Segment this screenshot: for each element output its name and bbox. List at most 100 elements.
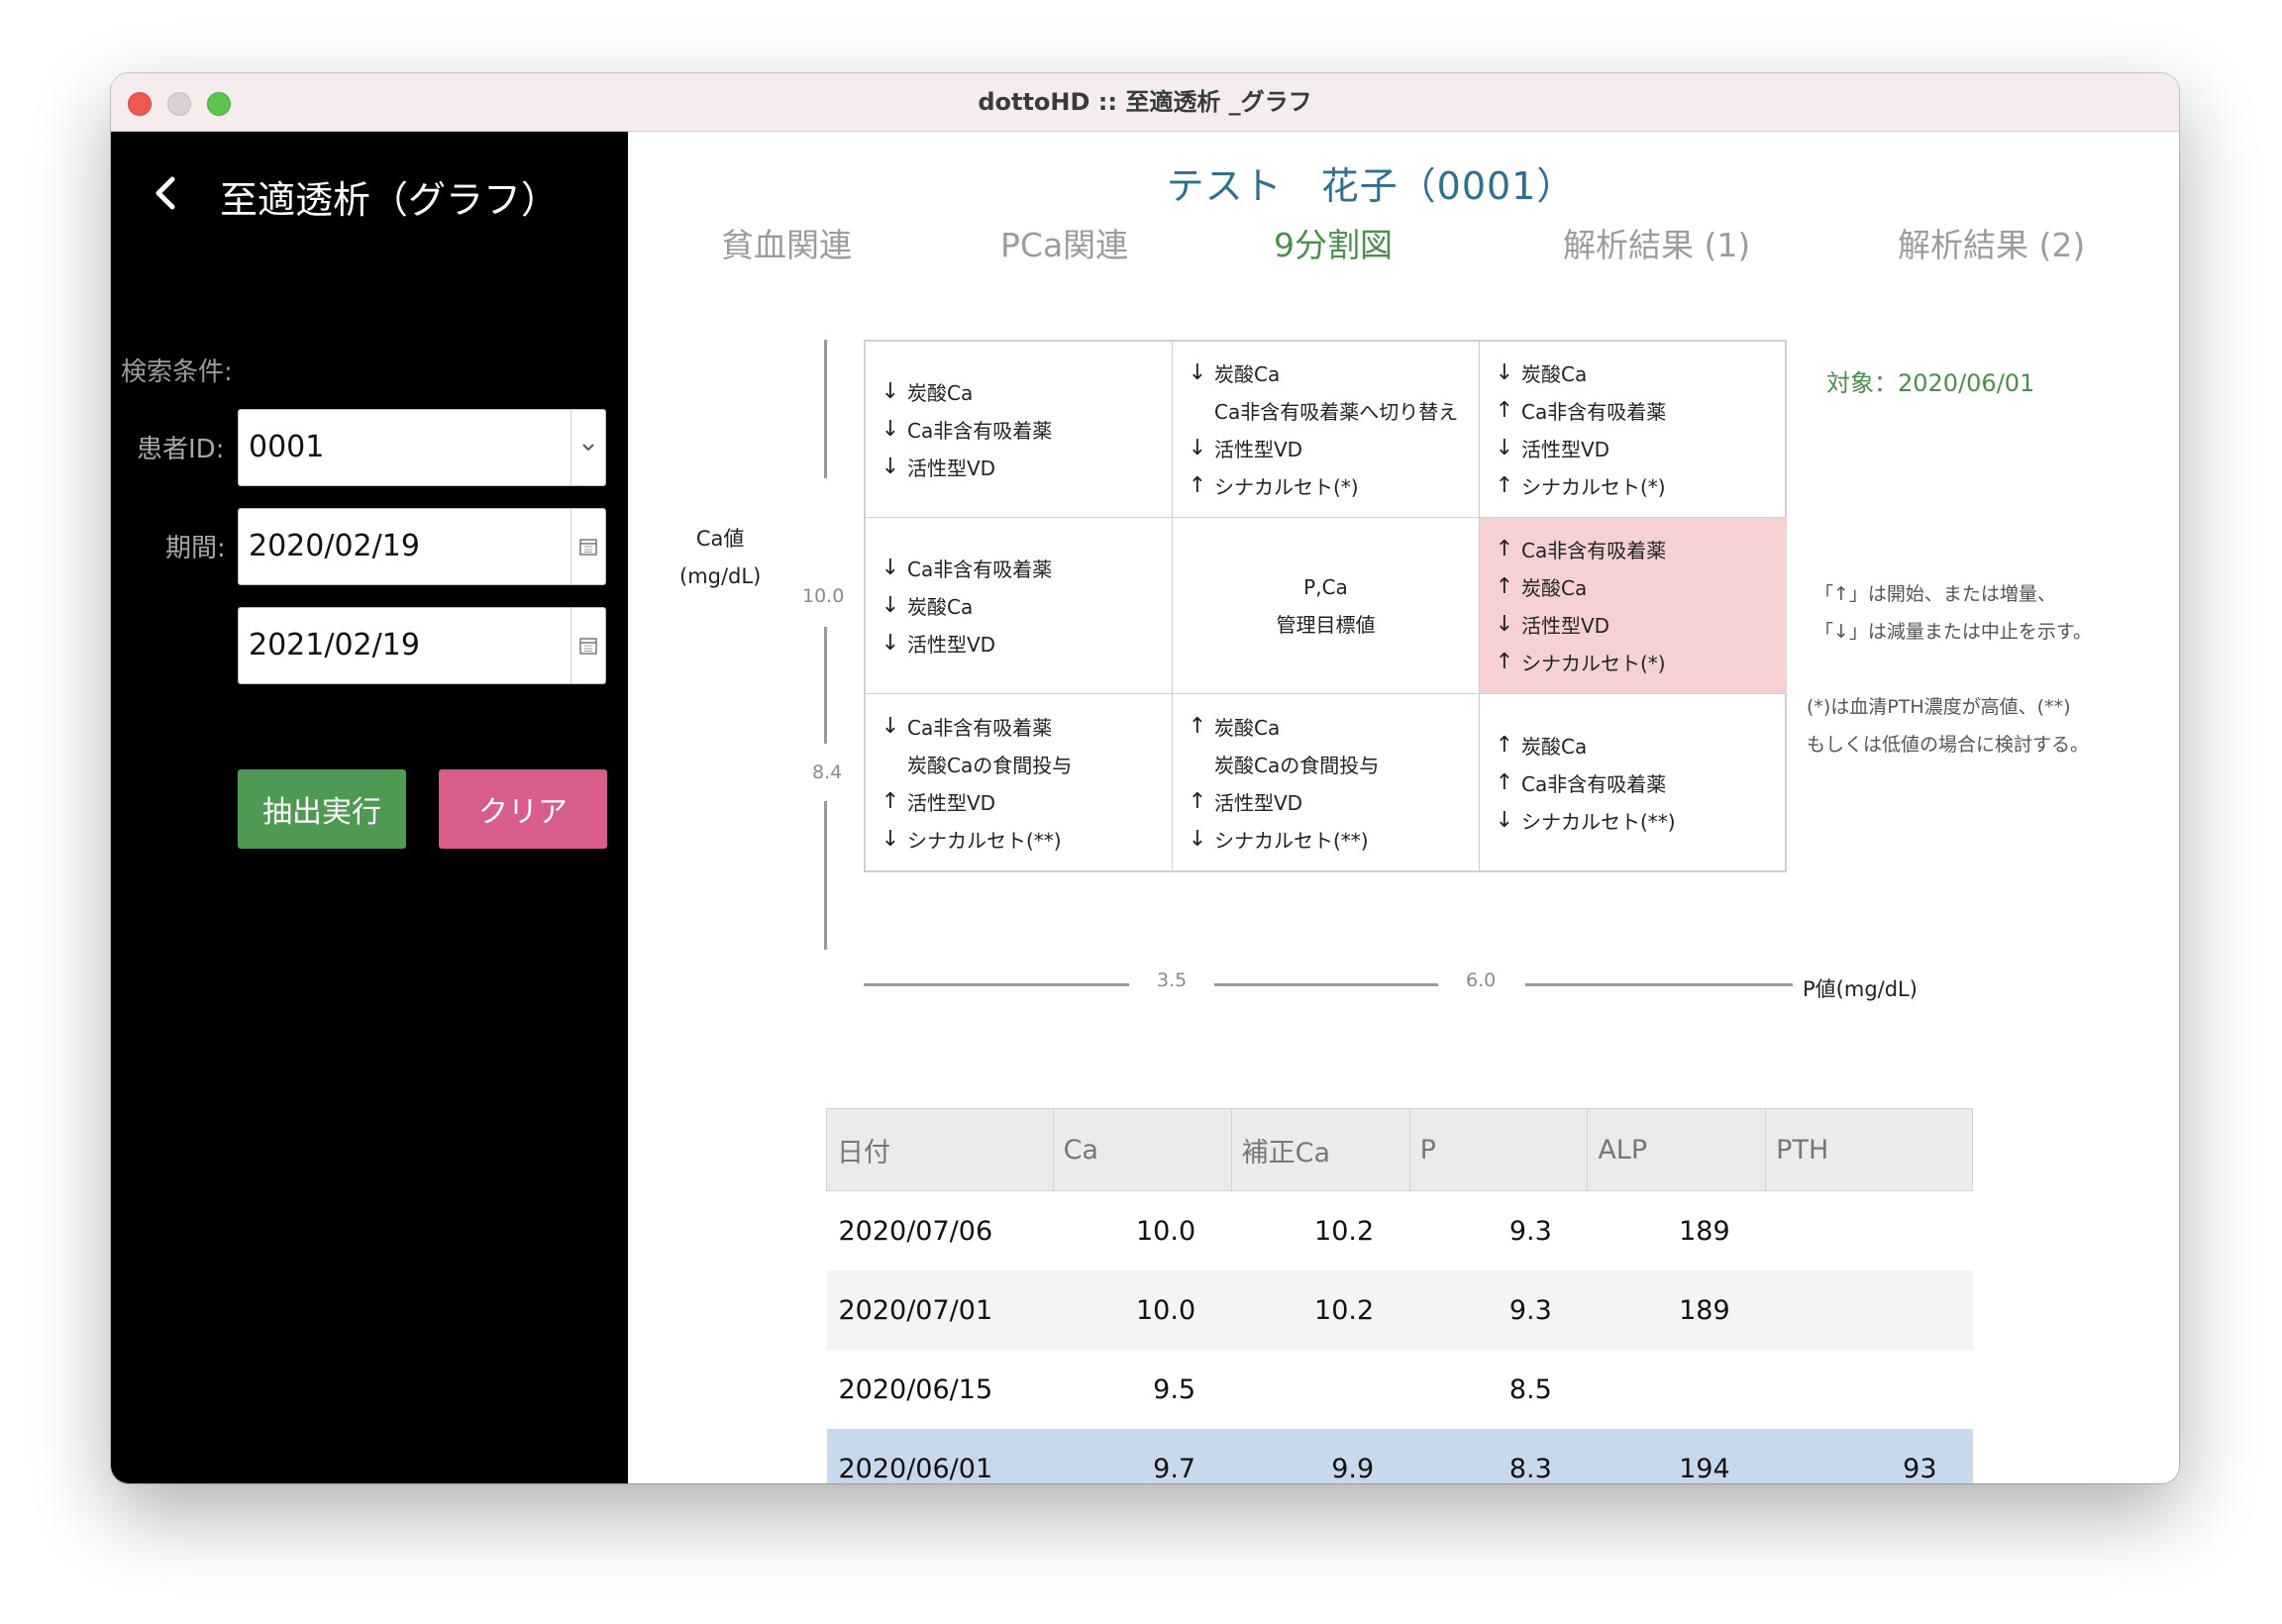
grid-cell-text: 活性型VD — [907, 790, 996, 815]
clear-button[interactable]: クリア — [439, 769, 607, 849]
grid-cell-text: 炭酸Ca — [1214, 715, 1281, 740]
arrow-up-icon: ↑ — [1495, 537, 1514, 561]
table-row-selected[interactable]: 2020/06/01 9.7 9.9 8.3 194 93 — [826, 1429, 1973, 1483]
grid-cell-r1c3: ↓ 炭酸Ca ↑ Ca非含有吸着薬 ↓ 活性型VD ↑ シナカルセト(*) — [1480, 342, 1787, 518]
x-tick-6-0: 6.0 — [1466, 969, 1497, 991]
y-axis-label-line2: (mg/dL) — [679, 564, 762, 588]
tab-analysis-2[interactable]: 解析結果 (2) — [1898, 219, 2085, 266]
table-row[interactable]: 2020/07/06 10.0 10.2 9.3 189 — [827, 1191, 1973, 1271]
arrow-up-icon: ↑ — [1495, 574, 1514, 599]
grid-cell-line: ↑ 炭酸Ca — [1488, 726, 1787, 763]
calendar-icon[interactable] — [570, 608, 605, 683]
grid-cell-text: Ca非含有吸着薬 — [907, 715, 1053, 740]
arrow-down-icon: ↓ — [1495, 612, 1514, 637]
grid-cell-text: Ca非含有吸着薬 — [1521, 771, 1667, 796]
legend-note-line3: (*)は血清PTH濃度が高値、(**) — [1807, 696, 2071, 718]
grid-cell-r3c2: ↑ 炭酸Ca 炭酸Caの食間投与 ↑ 活性型VD ↓ シナカルセト(**) — [1173, 694, 1480, 870]
extract-button[interactable]: 抽出実行 — [238, 769, 406, 849]
grid-cell-text: 活性型VD — [1214, 438, 1303, 461]
cell-p: 9.3 — [1508, 1215, 1552, 1247]
table-row[interactable]: 2020/06/15 9.5 8.5 — [827, 1350, 1973, 1429]
grid-cell-r1c2: ↓ 炭酸Ca Ca非含有吸着薬へ切り替え ↓ 活性型VD ↑ シナカルセト(*) — [1173, 342, 1480, 518]
cell-date: 2020/06/01 — [826, 1429, 1054, 1483]
arrow-up-icon: ↑ — [881, 788, 900, 814]
search-conditions-label: 検索条件: — [121, 357, 233, 387]
cell-p: 9.3 — [1409, 1270, 1588, 1350]
nine-grid: ↓ 炭酸Ca ↓ Ca非含有吸着薬 ↓ 活性型VD ↓ 炭酸Ca Ca非含有吸着薬へ切り替え ↓… — [864, 340, 1787, 872]
tab-pca[interactable]: PCa関連 — [1000, 219, 1128, 266]
cell-p: 8.3 — [1409, 1429, 1588, 1483]
column-header-corrected-ca[interactable]: 補正Ca — [1230, 1108, 1410, 1191]
calendar-icon[interactable] — [570, 509, 605, 584]
cell-alp: 189 — [1679, 1215, 1730, 1247]
grid-cell-text: シナカルセト(*) — [1521, 475, 1666, 499]
column-header-pth[interactable]: PTH — [1765, 1108, 1973, 1191]
column-header-date[interactable]: 日付 — [826, 1108, 1054, 1191]
arrow-down-icon: ↓ — [1495, 360, 1514, 385]
tab-analysis-1[interactable]: 解析結果 (1) — [1563, 219, 1750, 266]
arrow-down-icon: ↓ — [881, 631, 900, 656]
column-header-ca[interactable]: Ca — [1052, 1108, 1232, 1191]
grid-cell-line: ↑ シナカルセト(*) — [1488, 644, 1787, 681]
table-row[interactable]: 2020/07/01 10.0 10.2 9.3 189 — [826, 1270, 1973, 1350]
tab-nine-grid[interactable]: 9分割図 — [1274, 219, 1393, 266]
grid-cell-text: 炭酸Ca — [1214, 362, 1281, 386]
arrow-down-icon: ↓ — [881, 417, 900, 442]
main-panel: テスト 花子（0001） 貧血関連 PCa関連 9分割図 解析結果 (1) 解析… — [628, 132, 2179, 1483]
x-axis-line-left — [864, 983, 1129, 986]
arrow-up-icon: ↑ — [1495, 732, 1514, 758]
cell-corrected-ca: 10.2 — [1231, 1270, 1410, 1350]
title-bar: dottoHD :: 至適透析 _グラフ — [111, 73, 2179, 132]
grid-cell-line: ↓ 活性型VD — [1181, 430, 1479, 467]
lab-results-table: 日付 Ca 補正Ca P ALP PTH 2020/07/06 10.0 10.… — [826, 1108, 1973, 1483]
column-header-p[interactable]: P — [1408, 1108, 1589, 1191]
grid-cell-line: ↓ Ca非含有吸着薬 — [874, 550, 1172, 587]
cell-date: 2020/06/15 — [838, 1373, 993, 1405]
arrow-down-icon: ↓ — [1188, 436, 1207, 460]
period-label: 期間: — [165, 534, 226, 563]
grid-cell-r1c1: ↓ 炭酸Ca ↓ Ca非含有吸着薬 ↓ 活性型VD — [866, 342, 1173, 518]
grid-cell-line: ↓ 活性型VD — [1488, 430, 1787, 467]
column-header-alp[interactable]: ALP — [1587, 1108, 1767, 1191]
grid-cell-text: 活性型VD — [1214, 790, 1303, 815]
sidebar-title: 至適透析（グラフ） — [220, 178, 560, 222]
patient-id-select[interactable]: 0001 — [238, 409, 606, 486]
y-axis-label: Ca値 (mg/dL) — [679, 520, 761, 595]
chevron-down-icon[interactable] — [570, 410, 605, 485]
patient-id-value: 0001 — [249, 430, 325, 464]
patient-id-label: 患者ID: — [137, 435, 225, 464]
grid-cell-text: Ca非含有吸着薬へ切り替え — [1214, 400, 1459, 424]
y-axis-line-bottom — [824, 801, 827, 950]
grid-cell-text: Ca非含有吸着薬 — [1521, 539, 1667, 562]
cell-ca: 9.5 — [1153, 1373, 1196, 1405]
y-axis-line-mid — [824, 627, 827, 744]
cell-p: 8.5 — [1508, 1373, 1552, 1405]
arrow-down-icon: ↓ — [1188, 826, 1207, 852]
target-date: 対象：2020/06/01 — [1826, 369, 2035, 397]
grid-cell-line: ↓ 活性型VD — [874, 449, 1172, 486]
grid-cell-text: シナカルセト(**) — [1214, 828, 1369, 853]
cell-alp: 194 — [1587, 1429, 1766, 1483]
grid-cell-text: Ca非含有吸着薬 — [1521, 400, 1667, 424]
chevron-left-icon[interactable] — [147, 173, 186, 213]
arrow-down-icon: ↓ — [881, 593, 900, 618]
grid-cell-line: 炭酸Caの食間投与 — [874, 745, 1172, 782]
grid-cell-text: シナカルセト(*) — [1521, 652, 1666, 675]
arrow-down-icon: ↓ — [881, 713, 900, 739]
cell-date: 2020/07/06 — [838, 1215, 993, 1247]
period-start-field[interactable]: 2020/02/19 — [238, 508, 606, 585]
grid-cell-r2c1: ↓ Ca非含有吸着薬 ↓ 炭酸Ca ↓ 活性型VD — [866, 518, 1173, 694]
tab-anemia[interactable]: 貧血関連 — [721, 219, 852, 266]
grid-cell-line: ↓ シナカルセト(**) — [1488, 801, 1787, 839]
legend-note-line2: 「↓」は減量または中止を示す。 — [1815, 621, 2093, 643]
period-end-field[interactable]: 2021/02/19 — [238, 607, 606, 684]
grid-cell-line: ↓ シナカルセト(**) — [1181, 820, 1479, 858]
grid-cell-text: 炭酸Caの食間投与 — [1214, 753, 1380, 777]
grid-cell-text: 活性型VD — [1521, 614, 1610, 638]
grid-cell-line: ↓ 炭酸Ca — [1488, 355, 1787, 392]
arrow-up-icon: ↑ — [1188, 713, 1207, 739]
arrow-up-icon: ↑ — [1188, 473, 1207, 498]
grid-cell-r3c3: ↑ 炭酸Ca ↑ Ca非含有吸着薬 ↓ シナカルセト(**) — [1480, 694, 1787, 870]
arrow-up-icon: ↑ — [1495, 398, 1514, 423]
app-window: dottoHD :: 至適透析 _グラフ 至適透析（グラフ） 検索条件: 患者I… — [111, 73, 2179, 1483]
